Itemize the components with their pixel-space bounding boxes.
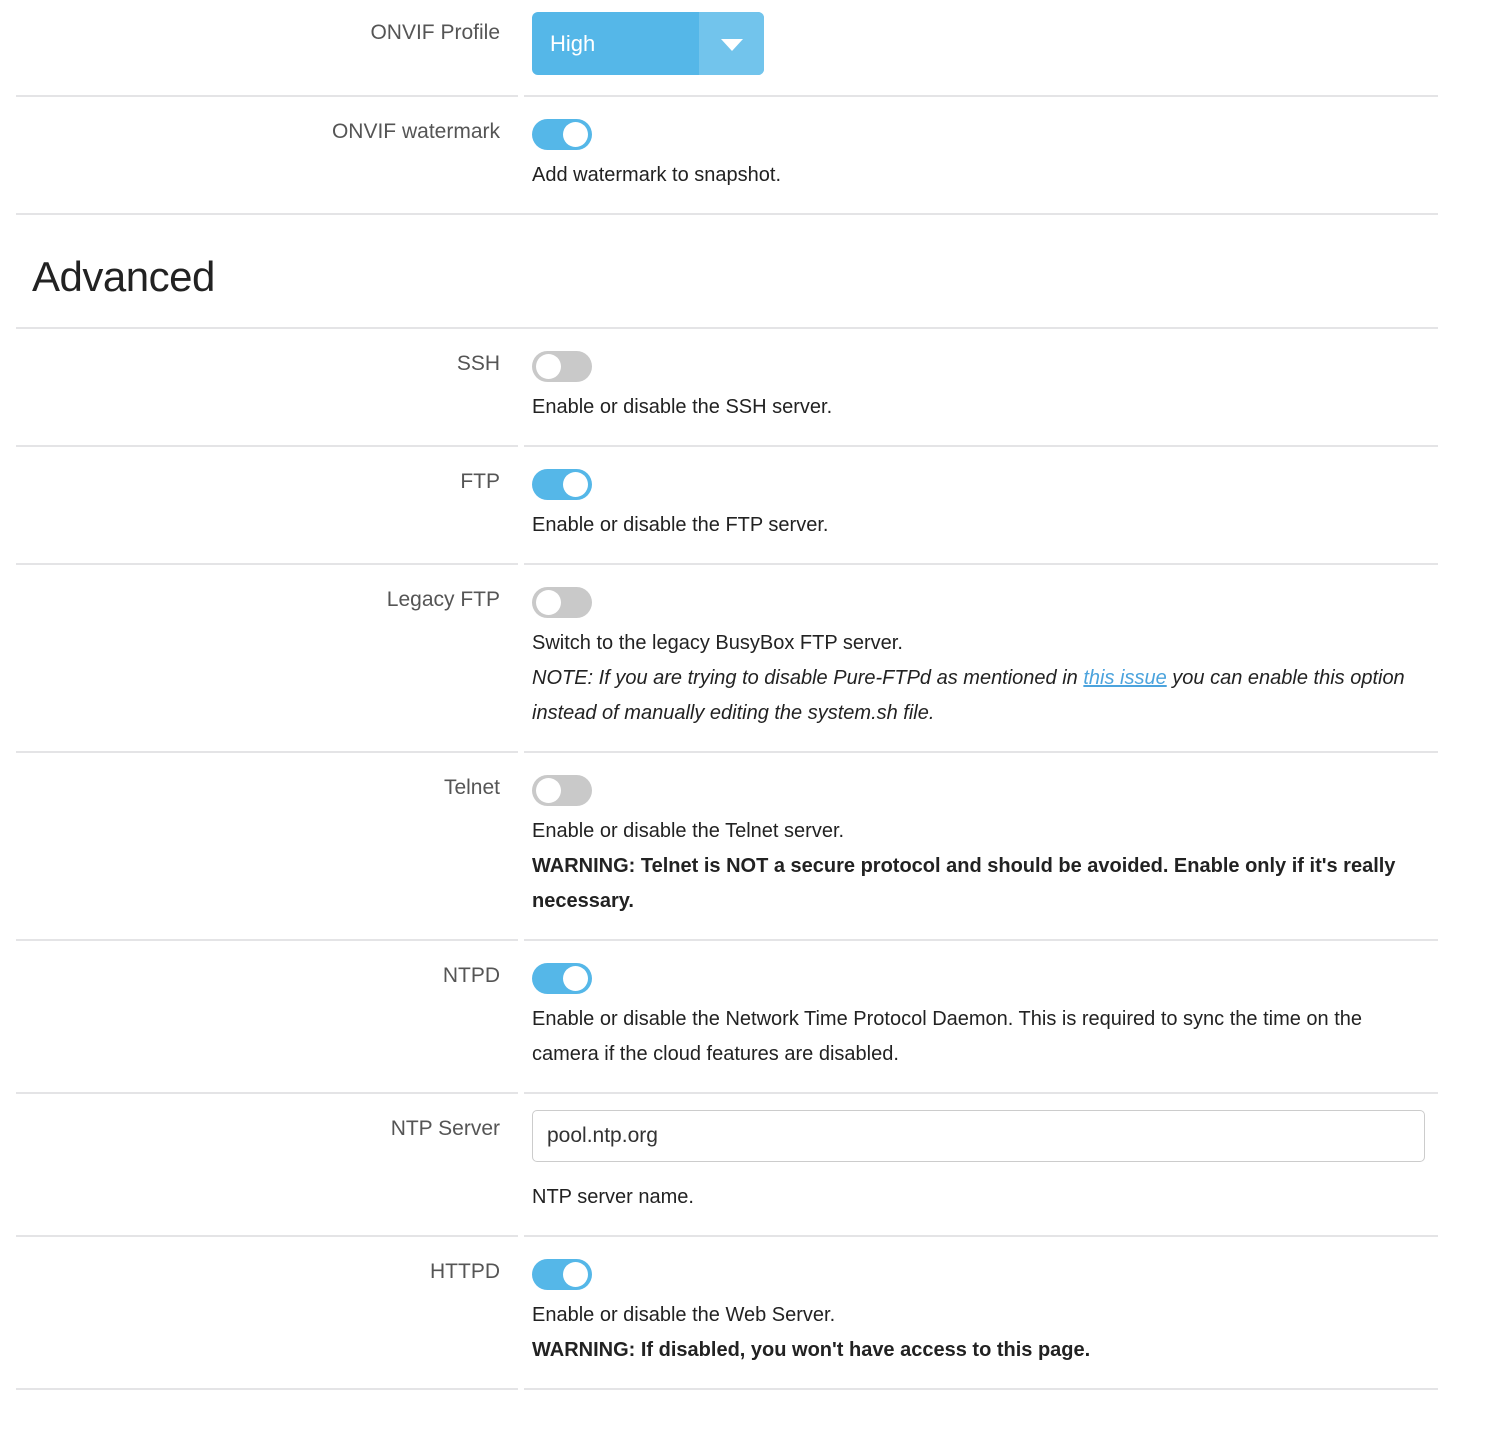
toggle-knob — [563, 966, 588, 991]
help-line: Enable or disable the FTP server. — [532, 514, 829, 536]
label-telnet: Telnet — [16, 751, 518, 823]
settings-page: ONVIF Profile High ONVIF watermark Add w… — [0, 0, 1490, 1452]
label-legacy-ftp: Legacy FTP — [16, 563, 518, 635]
help-ssh: Enable or disable the SSH server. — [532, 390, 1432, 425]
toggle-knob — [563, 122, 588, 147]
caret-shape — [720, 38, 743, 51]
bottom-divider-left — [16, 1388, 518, 1390]
help-httpd: Enable or disable the Web Server. WARNIN… — [532, 1298, 1432, 1368]
toggle-knob — [536, 778, 561, 803]
setting-row-ntp-server: NTP Server NTP server name. — [16, 1092, 1438, 1235]
ntpd-toggle[interactable] — [532, 963, 592, 994]
setting-row-httpd: HTTPD Enable or disable the Web Server. … — [16, 1235, 1438, 1388]
telnet-toggle[interactable] — [532, 775, 592, 806]
setting-row-telnet: Telnet Enable or disable the Telnet serv… — [16, 751, 1438, 939]
field-ntpd: Enable or disable the Network Time Proto… — [524, 939, 1438, 1092]
onvif-watermark-toggle[interactable] — [532, 119, 592, 150]
help-ntpd: Enable or disable the Network Time Proto… — [532, 1002, 1432, 1072]
setting-row-onvif-watermark: ONVIF watermark Add watermark to snapsho… — [16, 95, 1438, 213]
legacy-ftp-toggle[interactable] — [532, 587, 592, 618]
help-line: Enable or disable the Telnet server. — [532, 820, 845, 842]
setting-row-ssh: SSH Enable or disable the SSH server. — [16, 329, 1438, 445]
setting-row-onvif-profile: ONVIF Profile High — [16, 0, 1438, 95]
toggle-knob — [563, 472, 588, 497]
help-line: Add watermark to snapshot. — [532, 164, 782, 186]
legacy-ftp-issue-link[interactable]: this issue — [1083, 667, 1166, 689]
field-onvif-profile: High — [518, 0, 1438, 95]
help-line: Enable or disable the SSH server. — [532, 396, 833, 418]
field-ntp-server: NTP server name. — [524, 1092, 1438, 1235]
advanced-section-header: Advanced — [16, 213, 1438, 327]
note-text-before: NOTE: If you are trying to disable Pure-… — [532, 667, 1084, 689]
ssh-toggle[interactable] — [532, 351, 592, 382]
label-ntpd: NTPD — [16, 939, 518, 1011]
help-line: NTP server name. — [532, 1186, 694, 1208]
httpd-toggle[interactable] — [532, 1259, 592, 1290]
setting-row-ftp: FTP Enable or disable the FTP server. — [16, 445, 1438, 563]
warning-telnet: WARNING: Telnet is NOT a secure protocol… — [532, 855, 1396, 912]
chevron-down-icon[interactable] — [699, 12, 764, 75]
bottom-divider-right — [524, 1388, 1438, 1390]
field-legacy-ftp: Switch to the legacy BusyBox FTP server.… — [524, 563, 1438, 751]
help-note-legacy-ftp: NOTE: If you are trying to disable Pure-… — [532, 661, 1432, 731]
field-ssh: Enable or disable the SSH server. — [518, 329, 1438, 445]
help-line: Enable or disable the Network Time Proto… — [532, 1008, 1363, 1065]
help-telnet: Enable or disable the Telnet server. WAR… — [532, 814, 1432, 919]
field-httpd: Enable or disable the Web Server. WARNIN… — [524, 1235, 1438, 1388]
label-ftp: FTP — [16, 445, 518, 517]
help-line: Switch to the legacy BusyBox FTP server. — [532, 632, 903, 654]
bottom-divider — [16, 1388, 1438, 1390]
help-legacy-ftp: Switch to the legacy BusyBox FTP server.… — [532, 626, 1432, 731]
label-onvif-profile: ONVIF Profile — [370, 21, 500, 44]
section-title-advanced: Advanced — [32, 253, 215, 300]
label-httpd: HTTPD — [16, 1235, 518, 1307]
toggle-knob — [536, 590, 561, 615]
ftp-toggle[interactable] — [532, 469, 592, 500]
setting-row-ntpd: NTPD Enable or disable the Network Time … — [16, 939, 1438, 1092]
field-telnet: Enable or disable the Telnet server. WAR… — [524, 751, 1438, 939]
help-onvif-watermark: Add watermark to snapshot. — [532, 158, 1432, 193]
help-ntp-server: NTP server name. — [532, 1180, 1432, 1215]
field-ftp: Enable or disable the FTP server. — [524, 445, 1438, 563]
warning-httpd: WARNING: If disabled, you won't have acc… — [532, 1339, 1091, 1361]
label-ssh: SSH — [456, 352, 500, 375]
help-ftp: Enable or disable the FTP server. — [532, 508, 1432, 543]
help-line: Enable or disable the Web Server. — [532, 1304, 836, 1326]
label-ntp-server: NTP Server — [16, 1092, 518, 1164]
toggle-knob — [563, 1262, 588, 1287]
setting-row-legacy-ftp: Legacy FTP Switch to the legacy BusyBox … — [16, 563, 1438, 751]
field-onvif-watermark: Add watermark to snapshot. — [524, 95, 1438, 213]
label-onvif-watermark: ONVIF watermark — [16, 95, 518, 167]
onvif-profile-select[interactable]: High — [532, 12, 764, 75]
onvif-profile-selected-value: High — [550, 31, 596, 56]
ntp-server-input[interactable] — [532, 1110, 1425, 1162]
toggle-knob — [536, 354, 561, 379]
